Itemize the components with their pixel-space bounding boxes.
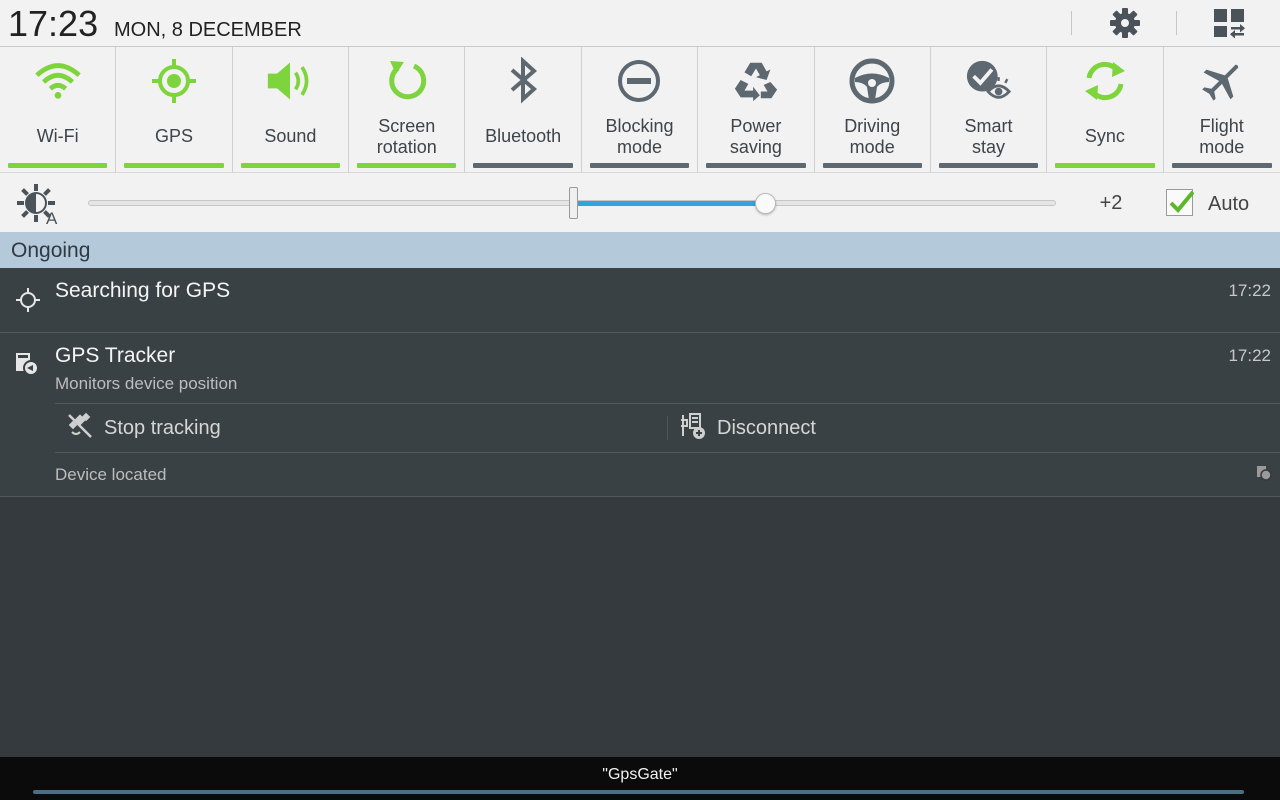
status-header: 17:23 MON, 8 DECEMBER [0, 0, 1280, 47]
toggle-bluetooth[interactable]: Bluetooth [465, 47, 582, 173]
clock: 17:23 [8, 3, 99, 44]
toggle-label: Smart stay [964, 116, 1013, 157]
brightness-slider-fill [574, 201, 766, 206]
divider [55, 403, 1280, 404]
toggle-label: GPS [155, 126, 194, 146]
toggle-indicator [589, 163, 690, 168]
toggle-label: Wi-Fi [36, 126, 79, 146]
brightness-auto-icon: A [16, 183, 62, 228]
divider [1071, 11, 1072, 35]
notification-time: 17:22 [1228, 281, 1271, 300]
gps-icon [150, 57, 198, 105]
bluetooth-icon [499, 57, 547, 105]
toggle-indicator [473, 163, 573, 168]
toggle-label: Driving mode [844, 116, 901, 157]
stop-tracking-button[interactable]: Stop tracking [66, 404, 221, 452]
toggle-label: Flight mode [1199, 116, 1245, 157]
toggle-indicator [124, 163, 224, 168]
toast-text: "GpsGate" [602, 766, 678, 783]
panel-drag-handle[interactable] [33, 790, 1244, 794]
toggle-indicator [822, 163, 922, 168]
steering-wheel-icon [848, 57, 896, 105]
toggle-indicator [1171, 163, 1272, 168]
section-title: Ongoing [11, 239, 91, 262]
tracker-icon [14, 351, 40, 382]
notification-footer: Device located [55, 465, 167, 484]
toggle-indicator [938, 163, 1039, 168]
notification-time: 17:22 [1228, 346, 1271, 365]
disconnect-icon [679, 412, 707, 445]
toggle-driving-mode[interactable]: Driving mode [815, 47, 931, 173]
brightness-slider-thumb[interactable] [754, 193, 776, 214]
date: MON, 8 DECEMBER [114, 19, 302, 41]
satellite-off-icon [66, 412, 94, 445]
divider [667, 416, 668, 440]
wifi-icon [34, 57, 82, 105]
auto-brightness-marker [569, 187, 578, 219]
notification-title: Searching for GPS [55, 279, 231, 302]
toggle-smart-stay[interactable]: Smart stay [931, 47, 1048, 173]
sound-icon [266, 57, 314, 105]
action-label: Stop tracking [104, 416, 221, 439]
svg-text:A: A [46, 209, 58, 225]
auto-brightness-checkbox[interactable] [1166, 189, 1195, 216]
gear-icon[interactable] [1107, 5, 1143, 41]
toggle-indicator [357, 163, 457, 168]
sync-icon [1081, 57, 1129, 105]
grid-edit-icon[interactable] [1211, 5, 1247, 41]
divider [55, 452, 1280, 453]
toggle-sound[interactable]: Sound [233, 47, 350, 173]
tracker-small-icon [1256, 465, 1272, 486]
toggle-label: Blocking mode [605, 116, 674, 157]
divider [0, 496, 1280, 497]
notification-searching-gps[interactable]: Searching for GPS 17:22 [0, 268, 1280, 332]
toggle-sync[interactable]: Sync [1047, 47, 1164, 173]
toggle-blocking-mode[interactable]: Blocking mode [582, 47, 699, 173]
divider [1176, 11, 1177, 35]
toggle-indicator [706, 163, 806, 168]
disconnect-button[interactable]: Disconnect [679, 404, 816, 452]
toggle-indicator [8, 163, 108, 168]
gps-target-icon [16, 288, 40, 317]
toggle-wifi[interactable]: Wi-Fi [0, 47, 117, 173]
toggle-screen-rotation[interactable]: Screen rotation [349, 47, 466, 173]
notification-subtitle: Monitors device position [55, 374, 238, 393]
toggle-flight-mode[interactable]: Flight mode [1164, 47, 1280, 173]
blocking-icon [615, 57, 663, 105]
eye-check-icon [965, 57, 1013, 105]
toggle-power-saving[interactable]: Power saving [698, 47, 815, 173]
toggle-label: Power saving [729, 116, 782, 157]
airplane-icon [1198, 57, 1246, 105]
toggle-gps[interactable]: GPS [116, 47, 233, 173]
ongoing-section-header: Ongoing [0, 232, 1280, 268]
toggle-label: Sync [1084, 126, 1125, 146]
notification-title: GPS Tracker [55, 344, 176, 367]
action-label: Disconnect [717, 416, 816, 439]
toggle-label: Screen rotation [376, 116, 437, 157]
quick-settings-panel: Wi-Fi GPS Sound Screen rotation Bluetoot… [0, 47, 1280, 173]
toggle-indicator [240, 163, 341, 168]
rotation-icon [383, 57, 431, 105]
toggle-indicator [1055, 163, 1155, 168]
toggle-label: Bluetooth [485, 126, 562, 146]
auto-brightness-label: Auto [1208, 193, 1250, 215]
brightness-level: +2 [1099, 192, 1123, 214]
toggle-label: Sound [264, 126, 317, 146]
recycle-icon [732, 57, 780, 105]
